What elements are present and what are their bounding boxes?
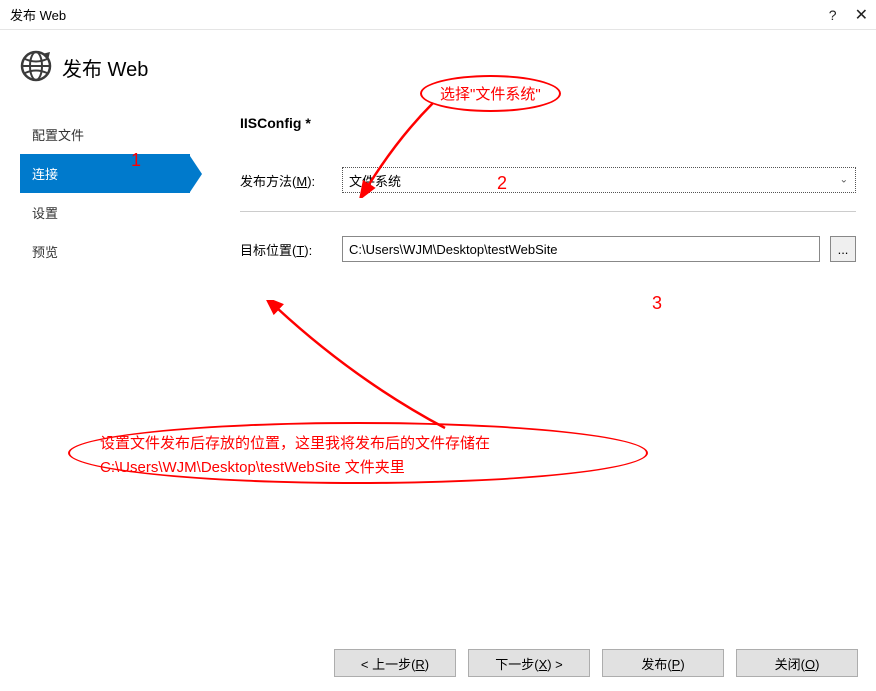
sidebar-item-profile[interactable]: 配置文件	[20, 115, 190, 154]
wizard-sidebar: 配置文件 连接 设置 预览	[20, 115, 190, 280]
publish-button[interactable]: 发布(P)	[602, 649, 724, 677]
publish-method-select[interactable]: ⌄	[342, 167, 856, 193]
help-icon[interactable]: ?	[829, 7, 837, 23]
sidebar-item-label: 连接	[32, 167, 58, 182]
annotation-bubble-top: 选择"文件系统"	[420, 75, 561, 112]
dialog-body: 配置文件 连接 设置 预览 IISConfig * 发布方法(M): ⌄ 目标位…	[0, 115, 876, 280]
browse-button[interactable]: ...	[830, 236, 856, 262]
sidebar-item-preview[interactable]: 预览	[20, 232, 190, 271]
wizard-button-bar: < 上一步(R) 下一步(X) > 发布(P) 关闭(O)	[334, 649, 858, 677]
publish-method-row: 发布方法(M): ⌄	[240, 167, 856, 193]
publish-method-input[interactable]	[342, 167, 856, 193]
sidebar-item-label: 设置	[32, 206, 58, 221]
close-icon[interactable]: ✕	[855, 5, 868, 25]
window-title: 发布 Web	[10, 5, 66, 24]
target-location-label: 目标位置(T):	[240, 240, 332, 259]
globe-icon	[20, 50, 52, 85]
annotation-number-3: 3	[652, 293, 662, 314]
next-button[interactable]: 下一步(X) >	[468, 649, 590, 677]
annotation-number-2: 2	[497, 173, 507, 194]
annotation-text-bottom: 设置文件发布后存放的位置，这里我将发布后的文件存储在 C:\Users\WJM\…	[100, 432, 640, 480]
annotation-number-1: 1	[131, 150, 141, 171]
divider	[240, 211, 856, 212]
annotation-arrow-2	[265, 300, 465, 440]
sidebar-item-settings[interactable]: 设置	[20, 193, 190, 232]
config-name: IISConfig *	[240, 115, 856, 131]
prev-button[interactable]: < 上一步(R)	[334, 649, 456, 677]
sidebar-item-label: 配置文件	[32, 128, 84, 143]
window-controls: ? ✕	[829, 5, 868, 25]
target-location-row: 目标位置(T): ...	[240, 236, 856, 262]
title-bar: 发布 Web ? ✕	[0, 0, 876, 30]
sidebar-item-connection[interactable]: 连接	[20, 154, 190, 193]
target-location-input[interactable]	[342, 236, 820, 262]
close-button[interactable]: 关闭(O)	[736, 649, 858, 677]
sidebar-item-label: 预览	[32, 245, 58, 260]
publish-method-label: 发布方法(M):	[240, 171, 332, 190]
content-pane: IISConfig * 发布方法(M): ⌄ 目标位置(T): ...	[190, 115, 856, 280]
page-title: 发布 Web	[62, 53, 148, 82]
